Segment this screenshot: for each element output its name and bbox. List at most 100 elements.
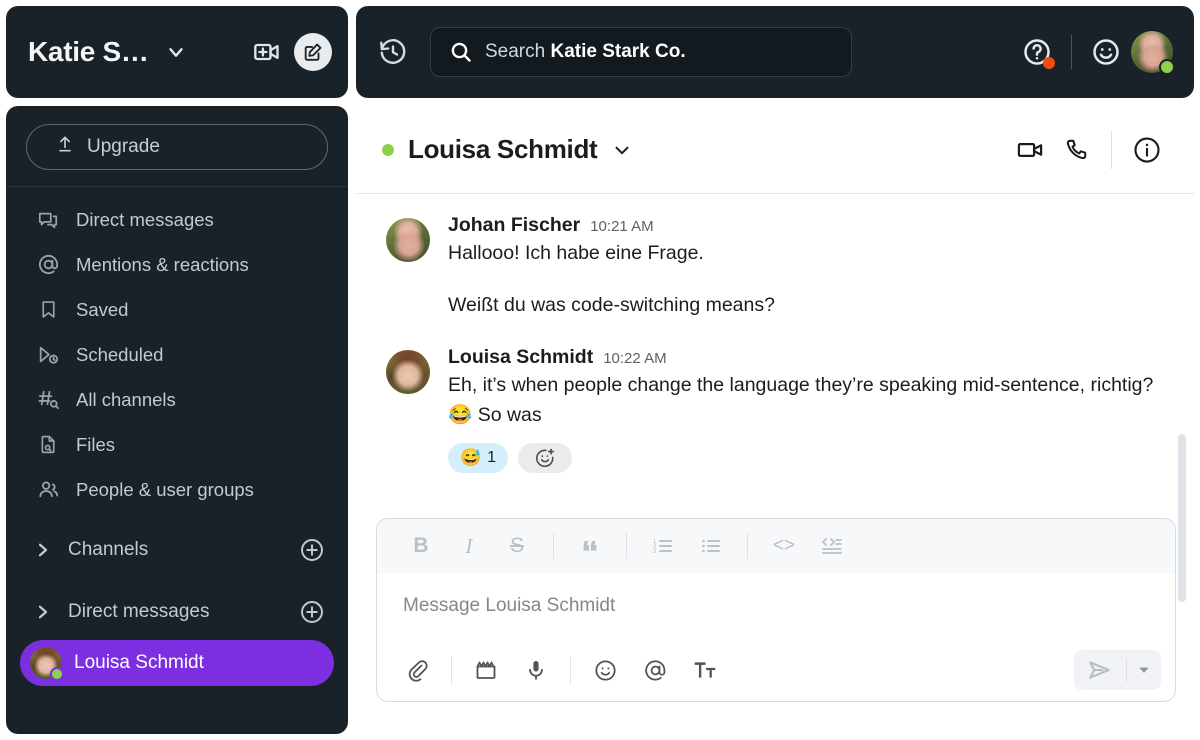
presence-indicator (50, 667, 64, 681)
conversation-header: Louisa Schmidt (356, 106, 1194, 194)
chevron-down-icon[interactable] (165, 41, 187, 63)
sidebar-item-label: Files (76, 433, 116, 455)
blockquote-icon[interactable] (568, 526, 612, 566)
video-call-icon[interactable] (1007, 127, 1053, 173)
avatar[interactable] (386, 350, 430, 395)
presence-indicator (1159, 59, 1175, 75)
code-block-icon[interactable] (810, 526, 854, 566)
page-title[interactable]: Louisa Schmidt (408, 134, 598, 165)
sidebar-item-scheduled[interactable]: Scheduled (6, 332, 348, 377)
sidebar-item-people[interactable]: People & user groups (6, 467, 348, 512)
channel-search-icon (36, 388, 60, 412)
sidebar-dm-louisa-schmidt[interactable]: Louisa Schmidt (20, 640, 334, 686)
send-options-chevron-down-icon[interactable] (1127, 650, 1161, 690)
sidebar-section-direct-messages[interactable]: Direct messages (6, 588, 348, 636)
text-formatting-icon[interactable] (681, 648, 729, 692)
sidebar-nav-list: Direct messages Mentions & reactions Sav… (6, 187, 348, 512)
message-composer: B I S 123 <> Message Louisa Schmidt (376, 518, 1176, 702)
mention-at-icon[interactable] (631, 648, 679, 692)
notification-badge (1043, 57, 1055, 69)
scheduled-send-icon (36, 343, 60, 367)
italic-icon[interactable]: I (447, 526, 491, 566)
message-list: Johan Fischer 10:21 AM Hallooo! Ich habe… (356, 194, 1194, 602)
sidebar-item-label: Mentions & reactions (76, 253, 249, 275)
sidebar-item-files[interactable]: Files (6, 422, 348, 467)
message-text: Weißt du was code-switching means? (448, 293, 775, 316)
info-circle-icon[interactable] (1124, 127, 1170, 173)
sidebar-item-label: People & user groups (76, 478, 254, 500)
message-body: Johan Fischer 10:21 AM Hallooo! Ich habe… (448, 214, 1164, 320)
file-search-icon (36, 433, 60, 457)
add-reaction-icon[interactable] (518, 442, 573, 473)
avatar (30, 647, 64, 681)
top-bar: Search Katie Stark Co. (356, 6, 1194, 98)
history-clock-icon[interactable] (356, 37, 430, 67)
sidebar-dm-label: Louisa Schmidt (74, 652, 204, 673)
smiley-face-icon[interactable] (1084, 30, 1128, 74)
compose-message-icon[interactable] (294, 33, 332, 71)
message-body: Louisa Schmidt 10:22 AM Eh, it’s when pe… (448, 346, 1164, 473)
conversation-panel: Louisa Schmidt Johan Fischer 10:21 AM Ha… (356, 106, 1194, 734)
formatting-toolbar: B I S 123 <> (377, 519, 1175, 573)
message-timestamp: 10:21 AM (590, 218, 654, 235)
bold-icon[interactable]: B (399, 526, 443, 566)
composer-action-bar (377, 639, 1175, 701)
ordered-list-icon[interactable]: 123 (641, 526, 685, 566)
search-input[interactable]: Search Katie Stark Co. (430, 27, 852, 77)
workspace-header: Katie S… (6, 6, 348, 98)
sidebar-item-mentions[interactable]: Mentions & reactions (6, 242, 348, 287)
upgrade-arrow-icon (55, 134, 75, 160)
message-author[interactable]: Louisa Schmidt (448, 346, 593, 369)
user-avatar[interactable] (1128, 30, 1176, 75)
sidebar-section-channels[interactable]: Channels (6, 526, 348, 574)
video-clip-icon[interactable] (462, 648, 510, 692)
inline-code-icon[interactable]: <> (762, 526, 806, 566)
message-text: Hallooo! Ich habe eine Frage. (448, 242, 704, 264)
workspace-name[interactable]: Katie S… (28, 36, 149, 68)
add-direct-message-button[interactable] (298, 598, 326, 626)
microphone-icon[interactable] (512, 648, 560, 692)
divider (1111, 130, 1112, 169)
divider (1071, 35, 1072, 69)
sidebar-section-label: Channels (68, 539, 149, 560)
divider (553, 533, 554, 559)
phone-call-icon[interactable] (1053, 127, 1099, 173)
sidebar-section-label: Direct messages (68, 601, 210, 622)
sidebar-item-all-channels[interactable]: All channels (6, 377, 348, 422)
send-group (1074, 650, 1161, 690)
sidebar-item-saved[interactable]: Saved (6, 287, 348, 332)
avatar (1131, 31, 1175, 75)
search-scope: Katie Stark Co. (550, 41, 686, 62)
message-input[interactable]: Message Louisa Schmidt (377, 573, 1175, 639)
divider (626, 533, 627, 559)
message-meta: Johan Fischer 10:21 AM (448, 214, 1164, 237)
sidebar-item-label: Saved (76, 298, 129, 320)
strikethrough-icon[interactable]: S (495, 526, 539, 566)
avatar[interactable] (386, 218, 430, 262)
reaction-pill[interactable]: 😅 1 (448, 442, 509, 473)
chevron-right-icon[interactable] (34, 603, 56, 621)
sidebar-item-direct-messages[interactable]: Direct messages (6, 197, 348, 242)
presence-indicator (382, 143, 394, 156)
upgrade-section: Upgrade (6, 106, 348, 187)
message-item: Johan Fischer 10:21 AM Hallooo! Ich habe… (356, 208, 1194, 320)
search-icon (449, 40, 473, 64)
reaction-list: 😅 1 (448, 442, 1164, 473)
divider (747, 533, 748, 559)
upgrade-button[interactable]: Upgrade (26, 124, 328, 170)
emoji-icon[interactable] (581, 648, 629, 692)
message-author[interactable]: Johan Fischer (448, 214, 580, 237)
chevron-down-icon[interactable] (611, 139, 633, 161)
chevron-right-icon[interactable] (34, 541, 56, 559)
attach-paperclip-icon[interactable] (393, 648, 441, 692)
svg-text:3: 3 (653, 549, 657, 555)
bulleted-list-icon[interactable] (689, 526, 733, 566)
scrollbar[interactable] (1178, 434, 1186, 602)
help-circle-icon[interactable] (1015, 30, 1059, 74)
left-column: Katie S… Upgrade Direct messages Mention… (6, 6, 348, 734)
add-channel-button[interactable] (298, 536, 326, 564)
new-video-call-icon[interactable] (250, 35, 284, 69)
send-arrow-icon[interactable] (1074, 650, 1126, 690)
